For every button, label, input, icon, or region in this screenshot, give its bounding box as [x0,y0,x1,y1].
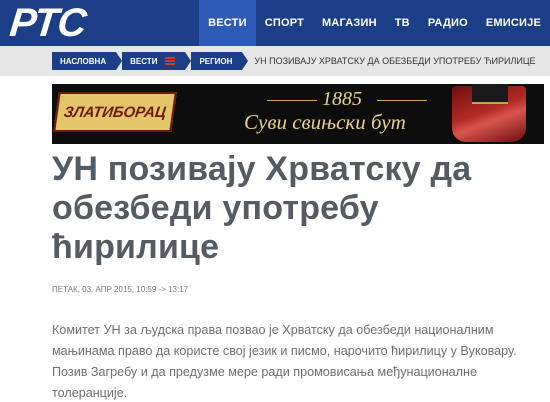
main-nav: ВЕСТИ СПОРТ МАГАЗИН ТВ РАДИО ЕМИСИЈЕ [199,0,550,46]
ad-brand-logo: ЗЛАТИБОРАЦ [53,92,177,132]
nav-item-vesti[interactable]: ВЕСТИ [199,0,256,46]
ad-banner[interactable]: ЗЛАТИБОРАЦ 1885 Суви свињски бут [52,84,544,144]
article-lead: Комитет УН за људска права позвао је Хрв… [52,323,517,400]
ad-slogan: Суви свињски бут [244,110,406,134]
ad-brand-text: ЗЛАТИБОРАЦ [62,103,168,121]
breadcrumb-bar: НАСЛОВНА ВЕСТИ РЕГИОН УН ПОЗИВАЈУ ХРВАТС… [0,46,550,76]
breadcrumb-region[interactable]: РЕГИОН [191,52,249,70]
nav-item-sport[interactable]: СПОРТ [256,0,313,46]
article-date: ПЕТАК, 03. АПР 2015, 10:59 -> 13:17 [52,285,189,294]
site-header: РТС ВЕСТИ СПОРТ МАГАЗИН ТВ РАДИО ЕМИСИЈЕ [0,0,550,46]
ad-year: 1885 [322,88,362,110]
nav-item-radio[interactable]: РАДИО [419,0,477,46]
nav-item-magazin[interactable]: МАГАЗИН [313,0,386,46]
nav-item-emisije[interactable]: ЕМИСИЈЕ [477,0,550,46]
breadcrumb-home[interactable]: НАСЛОВНА [52,52,123,70]
nav-item-tv[interactable]: ТВ [386,0,419,46]
rts-logo[interactable]: РТС [7,1,88,45]
breadcrumb-current: УН ПОЗИВАЈУ ХРВАТСКУ ДА ОБЕЗБЕДИ УПОТРЕБ… [254,56,536,66]
article-title: УН позивају Хрватску да обезбеди употреб… [52,150,472,266]
breadcrumb-home-label: НАСЛОВНА [60,56,107,66]
breadcrumb-vesti[interactable]: ВЕСТИ [122,52,192,70]
ad-product-label [472,84,508,104]
ad-divider-left [267,100,317,101]
ad-divider-right [377,100,427,101]
breadcrumb-vesti-label: ВЕСТИ [130,56,158,66]
breadcrumb-region-label: РЕГИОН [199,56,233,66]
menu-icon[interactable] [165,57,176,65]
breadcrumb: НАСЛОВНА ВЕСТИ РЕГИОН УН ПОЗИВАЈУ ХРВАТС… [52,52,535,70]
logo-text: РТС [7,1,88,45]
